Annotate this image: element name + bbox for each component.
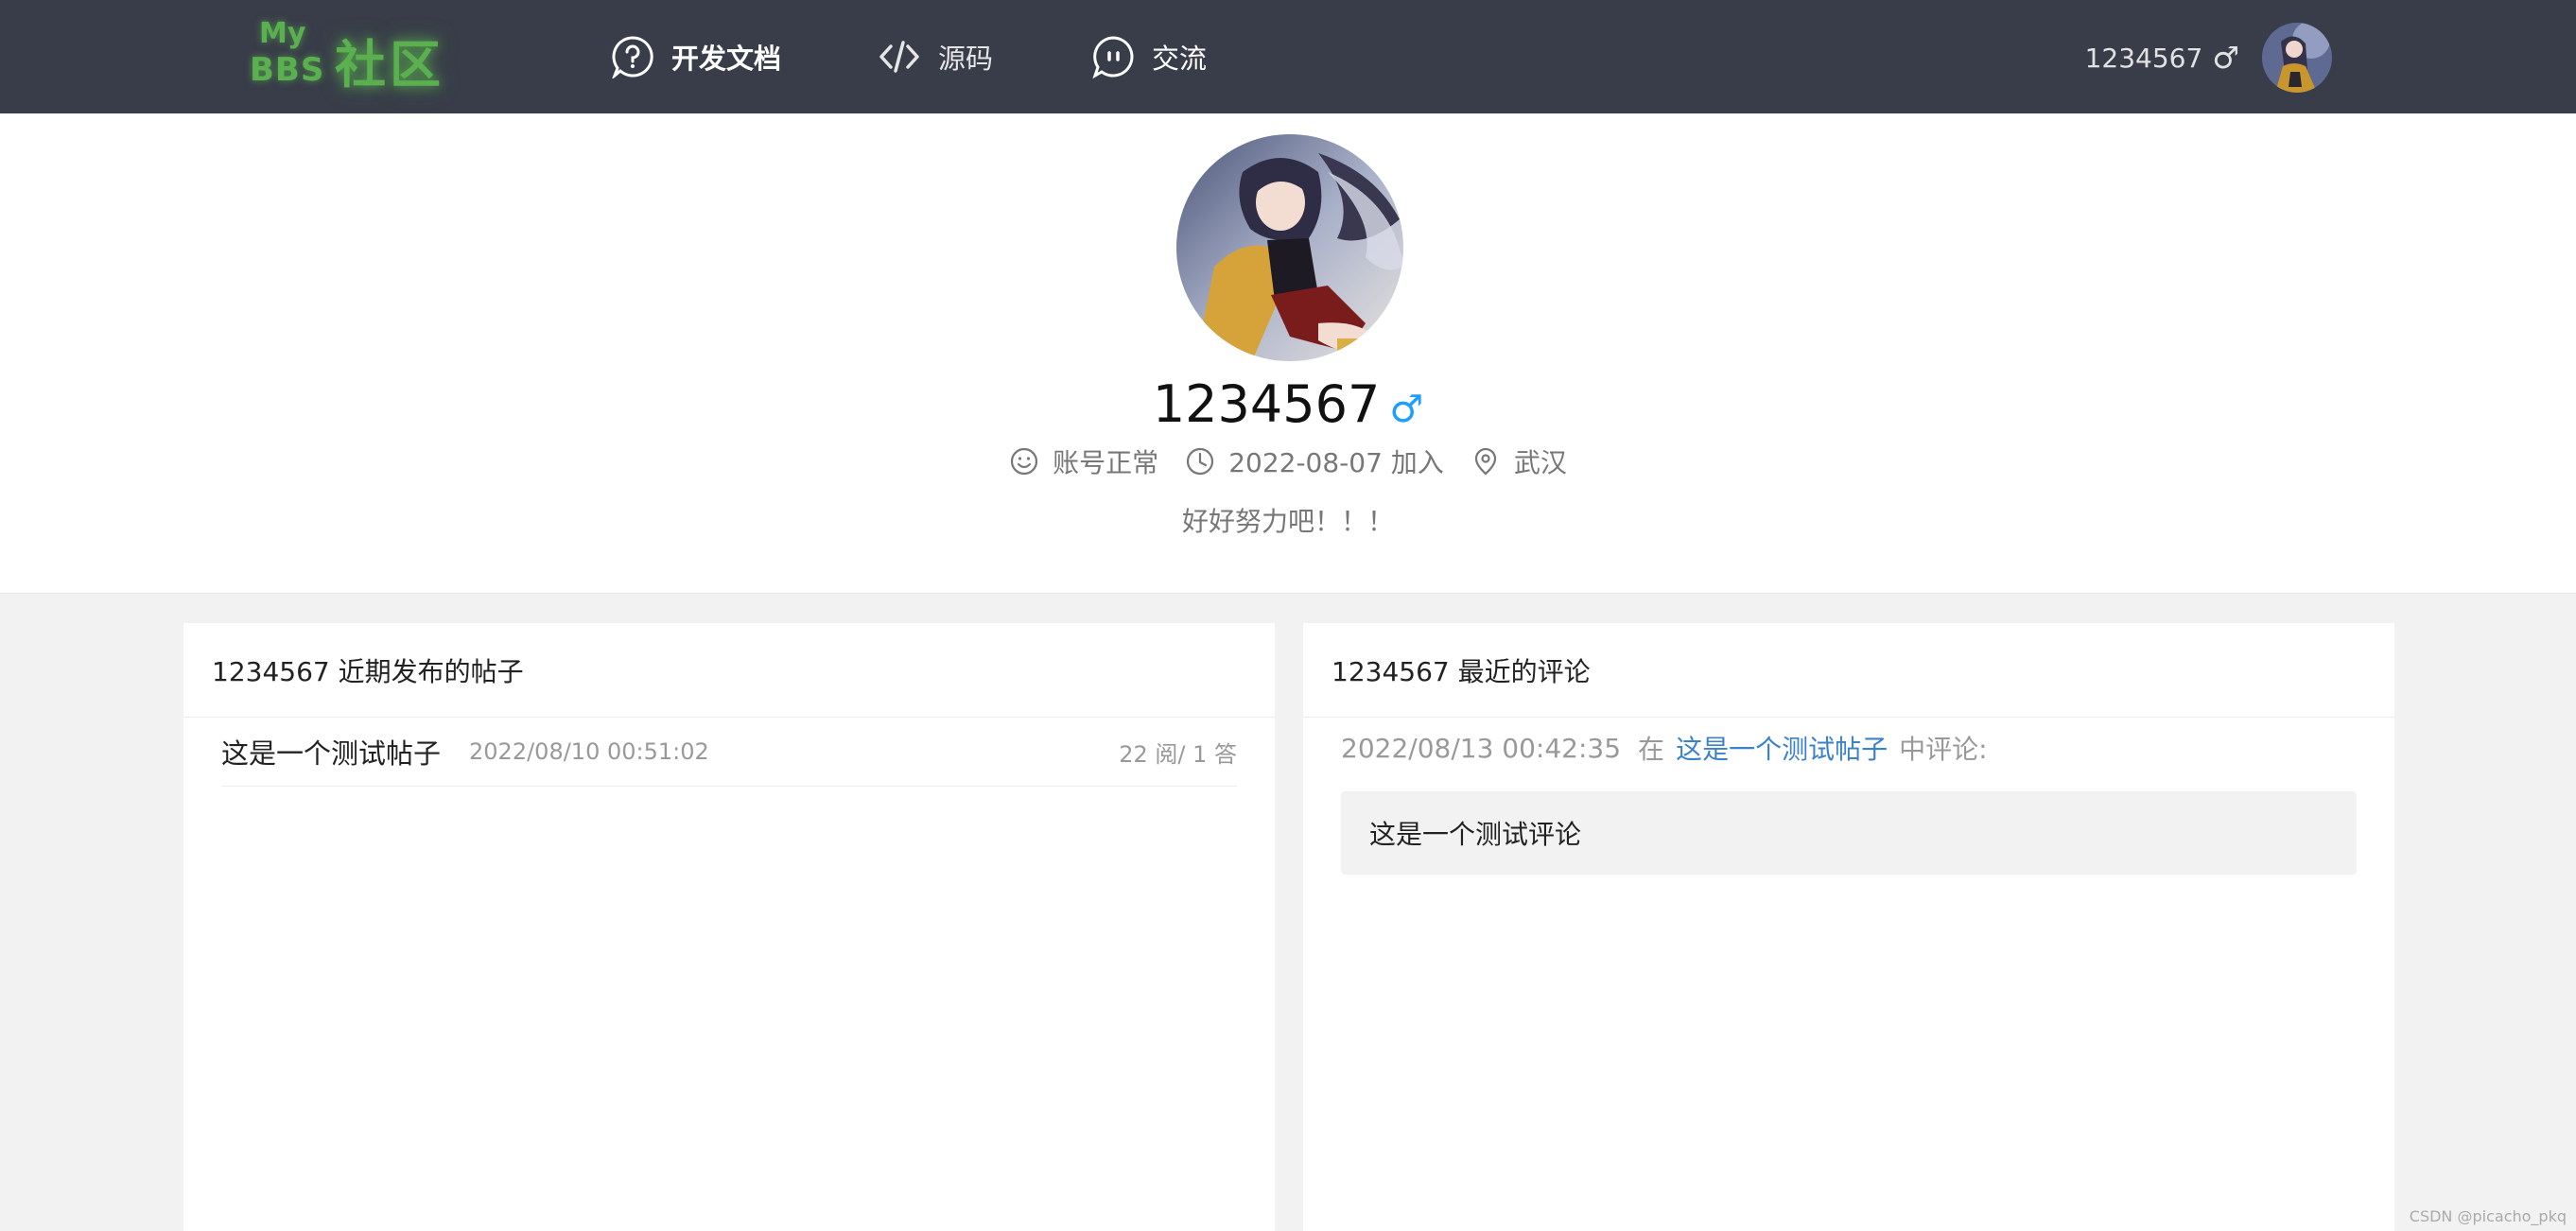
profile-username: 1234567 <box>1152 374 1381 434</box>
logo-community-text: 社区 <box>335 35 444 95</box>
site-logo[interactable]: My BBS 社区 <box>248 15 446 95</box>
comment-content: 这是一个测试评论 <box>1341 791 2357 875</box>
location-pin-icon <box>1474 447 1496 476</box>
clock-icon <box>1187 447 1214 476</box>
nav-source[interactable]: 源码 <box>878 26 993 87</box>
top-navbar: My BBS 社区 开发文档 源码 交流 1234567 ♂ <box>0 0 2576 113</box>
code-icon <box>879 41 919 73</box>
nav-chat-label: 交流 <box>1152 43 1208 75</box>
nav-docs[interactable]: 开发文档 <box>611 26 781 87</box>
join-date: 2022-08-07 加入 <box>1185 442 1444 480</box>
question-circle-icon <box>612 36 653 78</box>
profile-meta: 账号正常 2022-08-07 加入 武汉 <box>0 442 2576 480</box>
post-stats: 22 阅/ 1 答 <box>1119 740 1237 768</box>
recent-posts-panel: 1234567 近期发布的帖子 这是一个测试帖子 2022/08/10 00:5… <box>183 623 1275 1231</box>
comment-post-link[interactable]: 这是一个测试帖子 <box>1676 729 1888 767</box>
comment-time: 2022/08/13 00:42:35 <box>1341 732 1622 764</box>
header-avatar[interactable] <box>2262 23 2332 93</box>
comment-prefix: 在 <box>1638 734 1665 765</box>
logo-my-text: My <box>259 17 306 50</box>
account-status: 账号正常 <box>1009 442 1158 480</box>
comment-meta: 2022/08/13 00:42:35 在 这是一个测试帖子 中评论: <box>1341 729 1988 767</box>
profile-name: 1234567 ♂ <box>0 374 2576 434</box>
recent-comments-title: 1234567 最近的评论 <box>1303 623 2394 718</box>
post-time: 2022/08/10 00:51:02 <box>469 738 709 765</box>
recent-posts-title: 1234567 近期发布的帖子 <box>183 623 1275 718</box>
join-date-text: 2022-08-07 加入 <box>1228 447 1444 478</box>
header-male-icon: ♂ <box>2212 40 2239 76</box>
profile-signature: 好好努力吧！！！ <box>1181 506 1394 537</box>
location: 武汉 <box>1471 442 1567 480</box>
recent-comments-panel: 1234567 最近的评论 2022/08/13 00:42:35 在 这是一个… <box>1303 623 2394 1231</box>
header-username[interactable]: 1234567 <box>2085 43 2203 74</box>
logo-bbs-text: BBS <box>250 51 325 89</box>
nav-docs-label: 开发文档 <box>671 43 782 75</box>
smile-icon <box>1011 447 1038 476</box>
chat-bubble-icon <box>1092 36 1134 78</box>
user-menu[interactable]: 1234567 ♂ <box>2085 23 2332 93</box>
account-status-text: 账号正常 <box>1053 447 1159 478</box>
post-title-link[interactable]: 这是一个测试帖子 <box>221 732 441 772</box>
location-text: 武汉 <box>1513 447 1567 478</box>
watermark: CSDN @picacho_pkq <box>2409 1207 2567 1225</box>
nav-chat[interactable]: 交流 <box>1091 26 1207 87</box>
male-icon: ♂ <box>1389 388 1424 431</box>
list-item: 这是一个测试帖子 2022/08/10 00:51:02 22 阅/ 1 答 <box>221 718 1237 787</box>
nav-source-label: 源码 <box>938 43 994 75</box>
profile-section: 1234567 ♂ 账号正常 2022-08-07 加入 武汉 好好努力吧！！！ <box>0 113 2576 594</box>
profile-avatar <box>1176 134 1403 361</box>
comment-suffix: 中评论: <box>1899 734 1988 765</box>
